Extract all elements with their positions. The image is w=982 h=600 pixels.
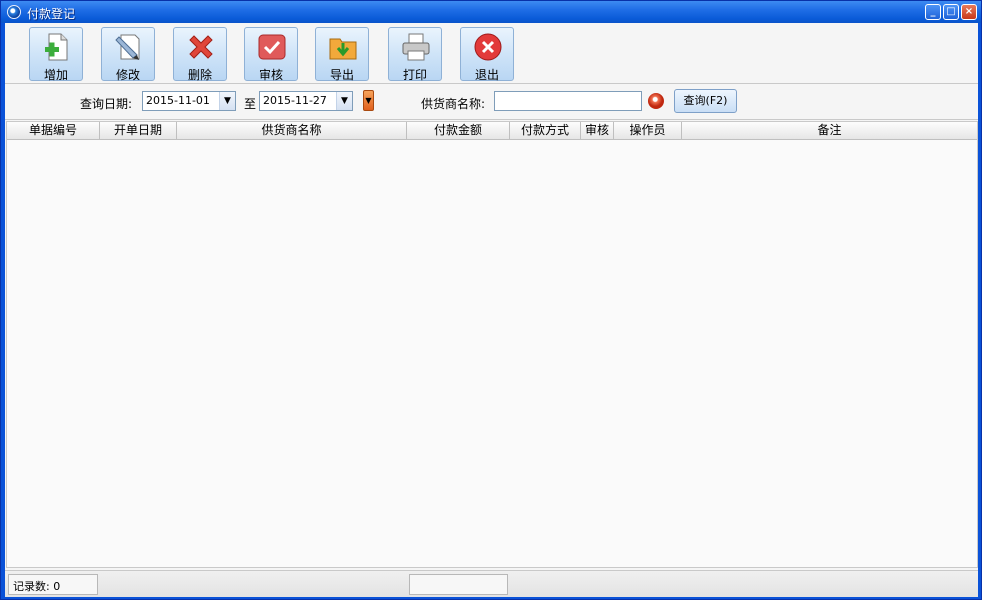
grid-header: 单据编号 开单日期 供货商名称 付款金额 付款方式 审核 操作员 备注 bbox=[7, 122, 977, 140]
status-bar: 记录数: 0 bbox=[5, 570, 978, 597]
title-bar[interactable]: 付款登记 _ □ × bbox=[1, 1, 981, 23]
status-panel bbox=[409, 574, 508, 595]
delete-button[interactable]: 删除 bbox=[173, 27, 227, 82]
approve-check-icon bbox=[258, 34, 286, 60]
add-button[interactable]: 增加 bbox=[29, 27, 83, 82]
payment-grid[interactable]: 单据编号 开单日期 供货商名称 付款金额 付款方式 审核 操作员 备注 bbox=[6, 121, 978, 568]
delete-x-icon bbox=[189, 35, 213, 59]
edit-pen-icon bbox=[115, 34, 140, 60]
maximize-button[interactable]: □ bbox=[943, 4, 959, 20]
approve-button[interactable]: 审核 bbox=[244, 27, 298, 82]
column-header[interactable]: 供货商名称 bbox=[177, 122, 407, 140]
query-bar: 查询日期: 2015-11-01 ▼ 至 2015-11-27 ▼ ▼ 供货商名… bbox=[5, 85, 978, 120]
toolbar: 增加 修改 删除 审核 导出 打印 退出 bbox=[5, 23, 978, 84]
column-header[interactable]: 备注 bbox=[682, 122, 977, 140]
window-title: 付款登记 bbox=[27, 7, 76, 21]
minimize-button[interactable]: _ bbox=[925, 4, 941, 20]
chevron-down-icon[interactable]: ▼ bbox=[336, 92, 352, 110]
column-header[interactable]: 开单日期 bbox=[100, 122, 177, 140]
record-count: 记录数: 0 bbox=[8, 574, 98, 595]
chevron-down-icon[interactable]: ▼ bbox=[219, 92, 235, 110]
edit-button[interactable]: 修改 bbox=[101, 27, 155, 82]
app-icon bbox=[7, 5, 21, 19]
date-from-picker[interactable]: 2015-11-01 ▼ bbox=[142, 91, 236, 111]
column-header[interactable]: 付款金额 bbox=[407, 122, 510, 140]
close-button[interactable]: × bbox=[961, 4, 977, 20]
query-button[interactable]: 查询(F2) bbox=[674, 89, 737, 113]
to-label: 至 bbox=[244, 97, 257, 111]
date-label: 查询日期: bbox=[80, 97, 133, 111]
search-icon[interactable] bbox=[648, 93, 664, 109]
add-document-icon bbox=[45, 33, 68, 61]
supplier-input[interactable] bbox=[494, 91, 642, 111]
export-button[interactable]: 导出 bbox=[315, 27, 369, 82]
supplier-label: 供货商名称: bbox=[421, 97, 486, 111]
column-header[interactable]: 单据编号 bbox=[7, 122, 100, 140]
column-header[interactable]: 操作员 bbox=[614, 122, 682, 140]
exit-button[interactable]: 退出 bbox=[460, 27, 514, 82]
date-to-picker[interactable]: 2015-11-27 ▼ bbox=[259, 91, 353, 111]
exit-icon bbox=[474, 33, 502, 61]
export-folder-icon bbox=[329, 38, 357, 60]
client-area: 增加 修改 删除 审核 导出 打印 退出 查询日期: 2015-11-01 ▼ … bbox=[5, 23, 978, 597]
print-button[interactable]: 打印 bbox=[388, 27, 442, 82]
column-header[interactable]: 审核 bbox=[581, 122, 614, 140]
main-window: 付款登记 _ □ × 增加 修改 删除 审核 导出 打印 退出 查询日期: 20… bbox=[0, 0, 982, 600]
printer-icon bbox=[402, 33, 430, 61]
date-range-button[interactable]: ▼ bbox=[363, 90, 374, 111]
column-header[interactable]: 付款方式 bbox=[510, 122, 581, 140]
